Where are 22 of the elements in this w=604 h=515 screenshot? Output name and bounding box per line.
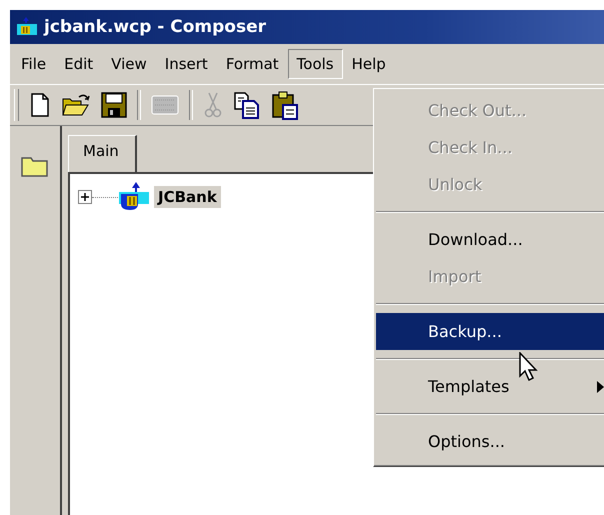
- menu-item[interactable]: Help: [342, 49, 395, 79]
- expand-icon[interactable]: [78, 190, 92, 204]
- paste-icon[interactable]: [271, 90, 299, 120]
- open-folder-icon[interactable]: [61, 93, 91, 117]
- menu-item[interactable]: Insert: [156, 49, 217, 79]
- menu-item[interactable]: Format: [216, 49, 288, 79]
- menu-item[interactable]: View: [102, 49, 156, 79]
- window-title: jcbank.wcp - Composer: [44, 17, 266, 37]
- menu-item[interactable]: Download...: [376, 221, 604, 258]
- menu-item[interactable]: Backup...: [376, 313, 604, 350]
- menu-item[interactable]: Edit: [55, 49, 102, 79]
- mouse-cursor-icon: [519, 352, 539, 382]
- tree-item[interactable]: JCBank: [154, 186, 221, 208]
- new-document-icon[interactable]: [29, 93, 51, 117]
- tab[interactable]: Main: [68, 135, 137, 172]
- menu-item[interactable]: Templates: [376, 368, 604, 405]
- project-icon: [118, 182, 150, 212]
- copy-icon[interactable]: [233, 91, 261, 119]
- menu-item[interactable]: Options...: [376, 423, 604, 460]
- menu-item[interactable]: File: [12, 49, 56, 79]
- menu-item[interactable]: Tools: [288, 49, 343, 79]
- app-icon: [16, 17, 38, 37]
